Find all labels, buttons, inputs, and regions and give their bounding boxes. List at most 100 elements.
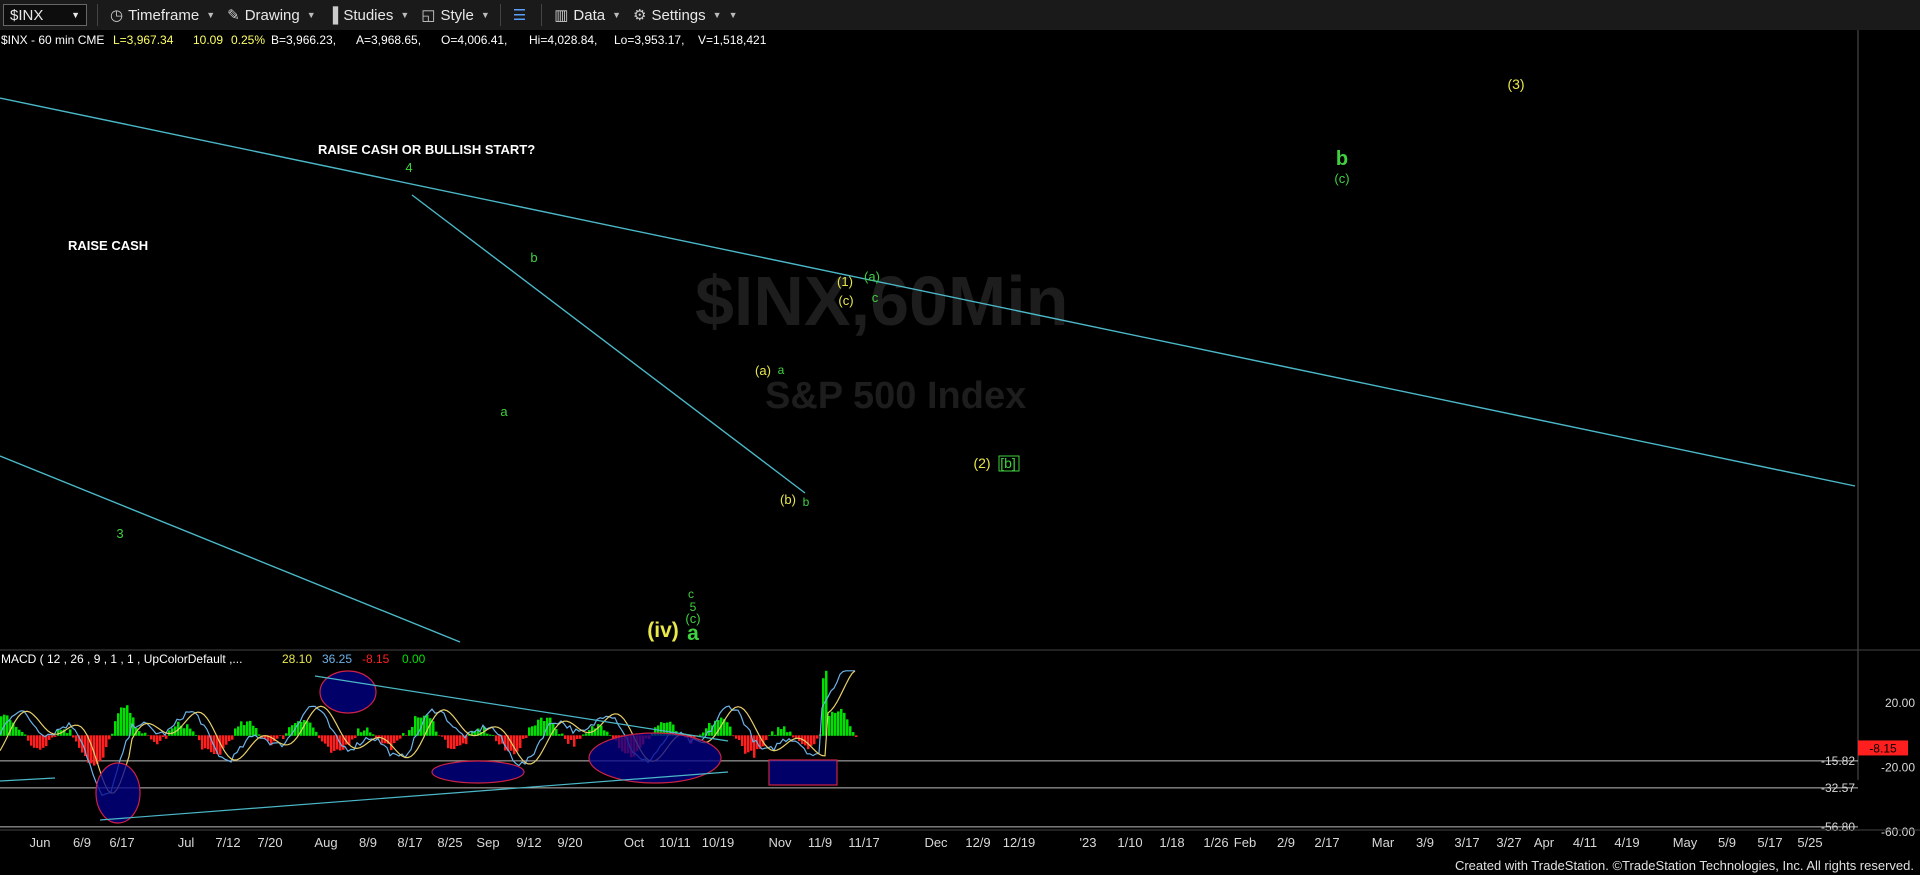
macd-highlight-ellipse (319, 670, 377, 714)
macd-histogram-bar (837, 711, 840, 736)
macd-histogram-bar (153, 735, 156, 742)
macd-histogram-bar (285, 733, 288, 736)
layout-button[interactable]: ☰ (513, 6, 531, 24)
wave-label: (c) (838, 293, 853, 308)
macd-histogram-bar (564, 735, 567, 739)
macd-histogram-bar (24, 734, 27, 736)
macd-histogram-bar (777, 727, 780, 736)
macd-histogram-bar (729, 726, 732, 736)
time-tick-label: Aug (314, 835, 337, 850)
macd-histogram-bar (138, 731, 141, 736)
macd-histogram-bar (18, 729, 21, 736)
chart-header-field: 10.09 (193, 33, 223, 47)
time-tick-label: 2/9 (1277, 835, 1295, 850)
wave-label: (2) (973, 455, 990, 471)
macd-histogram-bar (561, 733, 564, 736)
macd-histogram-bar (528, 727, 531, 736)
macd-histogram-bar (774, 734, 777, 736)
macd-histogram-bar (441, 735, 444, 737)
macd-histogram-bar (120, 707, 123, 736)
time-tick-label: 3/17 (1454, 835, 1479, 850)
macd-histogram-bar (117, 713, 120, 736)
macd-value: 36.25 (322, 652, 352, 666)
studies-button[interactable]: ▐ Studies ▼ (328, 7, 410, 24)
settings-label: Settings (651, 6, 706, 24)
macd-histogram-bar (810, 735, 813, 746)
wave-label: b (530, 250, 537, 265)
time-tick-label: 12/19 (1003, 835, 1036, 850)
time-tick-label: Apr (1534, 835, 1555, 850)
macd-histogram-bar (231, 735, 234, 740)
macd-value: -8.15 (362, 652, 390, 666)
macd-histogram-bar (90, 735, 93, 764)
macd-histogram-bar (453, 735, 456, 749)
macd-histogram-bar (381, 735, 384, 744)
time-tick-label: 4/11 (1573, 835, 1597, 850)
macd-histogram-bar (195, 735, 198, 736)
macd-histogram-bar (159, 735, 162, 741)
settings-button[interactable]: ⚙ Settings ▼ ▼ (633, 6, 738, 25)
macd-histogram-bar (600, 725, 603, 736)
macd-histogram-bar (237, 726, 240, 736)
chevron-down-icon: ▼ (712, 10, 722, 20)
price-chart[interactable]: $INX,60MinS&P 500 IndexMAJOR RESISTANCE7… (0, 30, 1920, 862)
drawing-button[interactable]: ✎ Drawing ▼ (227, 6, 316, 25)
macd-histogram-bar (225, 735, 228, 745)
macd-histogram-bar (351, 735, 354, 740)
style-icon: ◱ (421, 7, 436, 24)
macd-histogram-bar (459, 735, 462, 746)
wave-label: 4 (405, 160, 412, 175)
macd-histogram-bar (747, 735, 750, 753)
macd-histogram-bar (717, 720, 720, 736)
macd-histogram-bar (789, 731, 792, 736)
style-button[interactable]: ◱ Style ▼ (421, 6, 489, 25)
chevron-down-icon: ▼ (71, 10, 80, 20)
studies-icon: ▐ (327, 6, 339, 24)
macd-level-label: -15.82 (1821, 754, 1855, 768)
macd-histogram-bar (192, 731, 195, 736)
macd-histogram-bar (105, 735, 108, 748)
macd-histogram-bar (414, 716, 417, 736)
macd-histogram-bar (363, 730, 366, 736)
macd-histogram-bar (834, 712, 837, 736)
macd-histogram-bar (522, 735, 525, 739)
macd-histogram-bar (114, 721, 117, 736)
chart-header-field: Hi=4,028.84, (529, 33, 597, 47)
time-tick-label: Nov (768, 835, 792, 850)
macd-histogram-bar (438, 735, 441, 736)
macd-histogram-bar (156, 735, 159, 745)
wave-label: (3) (1507, 76, 1524, 92)
macd-histogram-bar (849, 726, 852, 736)
symbol-selector[interactable]: $INX ▼ (3, 4, 87, 26)
time-tick-label: 6/9 (73, 835, 91, 850)
macd-histogram-bar (585, 733, 588, 736)
drawing-label: Drawing (244, 6, 300, 24)
timeframe-button[interactable]: ◷ Timeframe ▼ (110, 6, 215, 25)
macd-histogram-bar (21, 731, 24, 736)
macd-histogram-bar (252, 725, 255, 736)
macd-histogram-bar (495, 735, 498, 742)
macd-histogram-bar (816, 735, 819, 739)
macd-histogram-bar (333, 735, 336, 751)
pencil-icon: ✎ (227, 7, 240, 24)
macd-histogram-bar (390, 735, 393, 751)
macd-histogram-bar (126, 705, 129, 736)
time-tick-label: 3/9 (1416, 835, 1434, 850)
macd-histogram-bar (201, 735, 204, 750)
macd-histogram-bar (147, 735, 150, 736)
macd-histogram-bar (516, 735, 519, 752)
chart-header-field: $INX - 60 min CME (1, 33, 104, 47)
macd-histogram-bar (171, 728, 174, 736)
macd-histogram-bar (525, 735, 528, 738)
time-tick-label: 8/17 (397, 835, 422, 850)
chart-header-field: A=3,968.65, (356, 33, 421, 47)
data-button[interactable]: ▥ Data ▼ (554, 6, 621, 25)
macd-histogram-bar (702, 732, 705, 736)
macd-histogram-bar (753, 735, 756, 758)
macd-histogram-bar (534, 725, 537, 736)
toolbar-divider (97, 4, 98, 26)
clock-icon: ◷ (110, 7, 124, 24)
macd-histogram-bar (447, 735, 450, 749)
macd-histogram-bar (582, 734, 585, 736)
macd-histogram-bar (69, 729, 72, 736)
